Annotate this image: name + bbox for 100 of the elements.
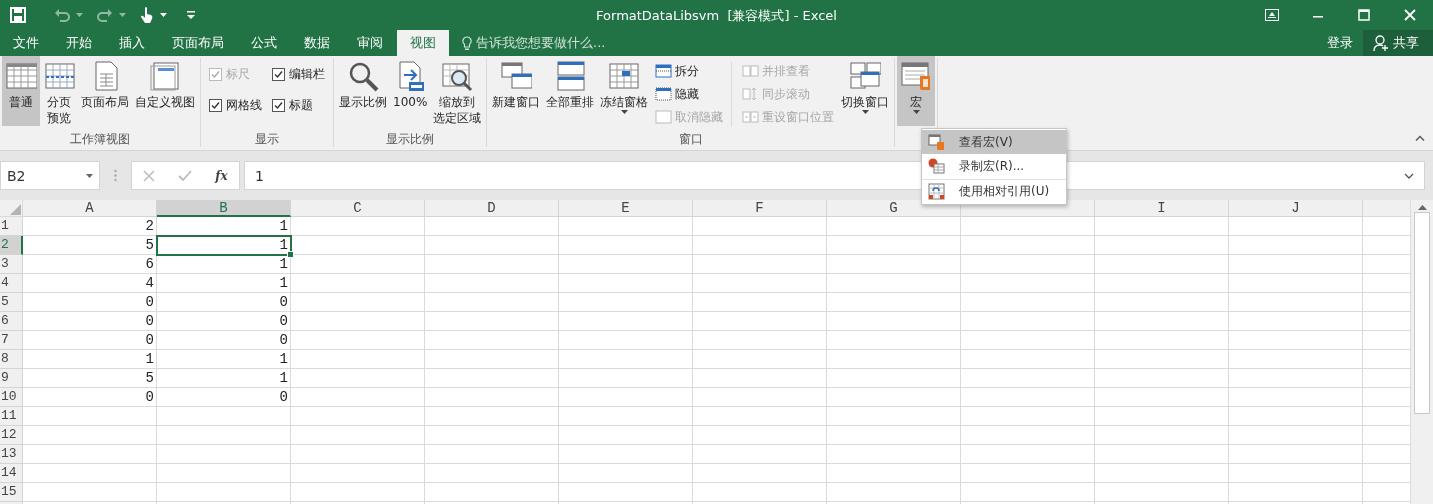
scroll-up-icon[interactable] xyxy=(1417,204,1427,210)
ribbon-button[interactable]: 冻结窗格 xyxy=(597,56,652,126)
checkbox[interactable] xyxy=(209,99,222,112)
table-cell-text: 0 xyxy=(278,388,289,407)
row-header[interactable]: 12 xyxy=(0,426,23,445)
ribbon-tab[interactable]: 公式 xyxy=(238,30,290,56)
group-label: 显示 xyxy=(254,131,280,147)
checkbox[interactable] xyxy=(272,99,285,112)
undo-icon[interactable] xyxy=(54,8,70,22)
caret-icon[interactable] xyxy=(76,13,83,17)
table-cell-text: 1 xyxy=(278,217,289,236)
ribbon-tab[interactable]: 视图 xyxy=(397,30,449,56)
ribbon-button[interactable]: 缩放到 选定区域 xyxy=(430,56,485,126)
drag-handle-icon[interactable] xyxy=(114,169,117,182)
ribbon-tab[interactable]: 插入 xyxy=(106,30,158,56)
row-header[interactable]: 15 xyxy=(0,483,23,502)
macro-icon xyxy=(928,133,945,151)
checkbox[interactable] xyxy=(272,68,285,81)
checkmark-icon xyxy=(210,100,221,111)
ribbon-button[interactable]: 宏 xyxy=(897,56,936,126)
row-header[interactable]: 4 xyxy=(0,274,23,293)
column-header[interactable]: J xyxy=(1229,200,1363,217)
redo-icon[interactable] xyxy=(97,8,113,22)
lightbulb-icon xyxy=(462,35,472,51)
custom-view-icon xyxy=(149,60,181,92)
group-label: 窗口 xyxy=(677,131,704,147)
menu-item[interactable]: 查看宏(V) xyxy=(922,130,1066,154)
ribbon-button[interactable]: 页面布局 xyxy=(78,56,132,126)
ribbon-button[interactable]: 新建窗口 xyxy=(489,56,544,126)
ribbon-small-button[interactable]: 隐藏 xyxy=(655,84,724,104)
share-button[interactable]: 共享 xyxy=(1363,30,1433,56)
ribbon-button[interactable]: 自定义视图 xyxy=(132,56,198,126)
record-icon xyxy=(928,157,945,175)
row-header[interactable]: 6 xyxy=(0,312,23,331)
person-add-icon xyxy=(1373,35,1389,51)
spreadsheet-grid[interactable]: A B C D E F G I J 1 2 1 2 5 1 3 6 1 4 4 1 5 0 0 6 0 0 7 0 0 8 1 1 9 5 1 10 0 0 11 12 13 14 15 xyxy=(0,200,1410,504)
row-header[interactable]: 5 xyxy=(0,293,23,312)
row-header[interactable]: 2 xyxy=(0,236,23,255)
ribbon-button[interactable]: 分页 预览 xyxy=(40,56,78,126)
column-header[interactable]: B xyxy=(157,200,291,217)
column-header[interactable]: E xyxy=(559,200,693,217)
collapse-ribbon-icon[interactable] xyxy=(1415,135,1425,141)
caret-icon[interactable] xyxy=(160,13,167,17)
ribbon-button[interactable]: 切换窗口 xyxy=(838,56,893,126)
row-header[interactable]: 10 xyxy=(0,388,23,407)
zoom-selection-icon xyxy=(441,60,474,92)
ribbon-small-button[interactable]: 拆分 xyxy=(655,61,724,81)
column-header[interactable]: I xyxy=(1095,200,1229,217)
customize-icon[interactable] xyxy=(187,11,195,19)
checkbox-label: 标题 xyxy=(289,97,313,114)
column-header[interactable]: A xyxy=(23,200,157,217)
name-box[interactable]: B2 xyxy=(0,161,100,190)
caret-icon xyxy=(86,173,93,178)
group-label: 工作簿视图 xyxy=(69,131,131,147)
row-header[interactable]: 9 xyxy=(0,369,23,388)
table-cell-text: 0 xyxy=(278,331,289,350)
switch-window-icon xyxy=(849,60,882,92)
save-icon[interactable] xyxy=(10,7,26,23)
ribbon-button[interactable]: 显示比例 xyxy=(336,56,390,126)
table-cell-text: 6 xyxy=(144,255,155,274)
close-icon[interactable] xyxy=(1404,9,1416,21)
row-header[interactable]: 13 xyxy=(0,445,23,464)
hide-icon xyxy=(655,86,673,102)
row-header[interactable]: 1 xyxy=(0,217,23,236)
checkbox-label: 标尺 xyxy=(226,66,250,83)
ribbon-button[interactable]: 普通 xyxy=(2,56,40,126)
scrollbar-thumb[interactable] xyxy=(1414,212,1430,414)
ribbon-tab[interactable]: 数据 xyxy=(291,30,343,56)
table-cell-text: 5 xyxy=(144,369,155,388)
row-header[interactable]: 3 xyxy=(0,255,23,274)
ribbon-button[interactable]: 全部重排 xyxy=(543,56,598,126)
column-header[interactable]: F xyxy=(693,200,827,217)
window-title: FormatDataLibsvm [兼容模式] - Excel xyxy=(596,8,837,23)
split-icon xyxy=(655,63,673,79)
row-header[interactable]: 11 xyxy=(0,407,23,426)
side-by-side-icon xyxy=(742,63,760,79)
sign-in-link[interactable]: 登录 xyxy=(1317,30,1363,56)
menu-item[interactable]: 使用相对引用(U) xyxy=(922,179,1066,203)
row-header[interactable]: 8 xyxy=(0,350,23,369)
column-header[interactable]: D xyxy=(425,200,559,217)
row-header[interactable]: 7 xyxy=(0,331,23,350)
ribbon-tab[interactable]: 页面布局 xyxy=(159,30,237,56)
row-header[interactable]: 14 xyxy=(0,464,23,483)
ribbon-tab[interactable]: 审阅 xyxy=(344,30,396,56)
table-cell-text: 0 xyxy=(144,388,155,407)
maximize-icon[interactable] xyxy=(1358,9,1370,21)
ribbon-tab[interactable]: 文件 xyxy=(0,30,52,56)
tell-me-field[interactable]: 告诉我您想要做什么... xyxy=(476,34,606,52)
column-header[interactable]: C xyxy=(291,200,425,217)
arrange-icon xyxy=(554,60,587,92)
caret-icon[interactable] xyxy=(119,13,126,17)
checkmark-icon[interactable] xyxy=(178,169,193,182)
hand-icon[interactable] xyxy=(140,6,154,24)
ribbon-tab[interactable]: 开始 xyxy=(53,30,105,56)
macro-icon xyxy=(900,60,933,92)
table-cell-text: 5 xyxy=(144,236,155,255)
table-cell-text: 1 xyxy=(278,274,289,293)
insert-function-button[interactable]: fx xyxy=(215,168,228,183)
ribbon-button[interactable]: 100% xyxy=(390,56,431,126)
ribbon-display-icon[interactable] xyxy=(1265,9,1279,21)
